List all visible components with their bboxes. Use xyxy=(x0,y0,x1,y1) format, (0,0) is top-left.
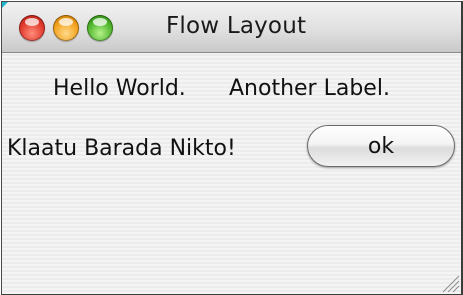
hello-world-label: Hello World. xyxy=(53,76,186,101)
another-label: Another Label. xyxy=(229,76,390,101)
corner-accent xyxy=(2,2,8,8)
klaatu-label: Klaatu Barada Nikto! xyxy=(7,136,236,161)
ok-button[interactable]: ok xyxy=(307,125,455,167)
minimize-icon[interactable] xyxy=(53,15,79,41)
flow-layout-window: Flow Layout Hello World. Another Label. … xyxy=(1,1,463,295)
close-icon[interactable] xyxy=(19,15,45,41)
resize-grip-icon[interactable] xyxy=(438,271,460,293)
title-bar[interactable]: Flow Layout xyxy=(2,2,461,53)
zoom-icon[interactable] xyxy=(87,15,113,41)
window-title: Flow Layout xyxy=(166,13,307,39)
